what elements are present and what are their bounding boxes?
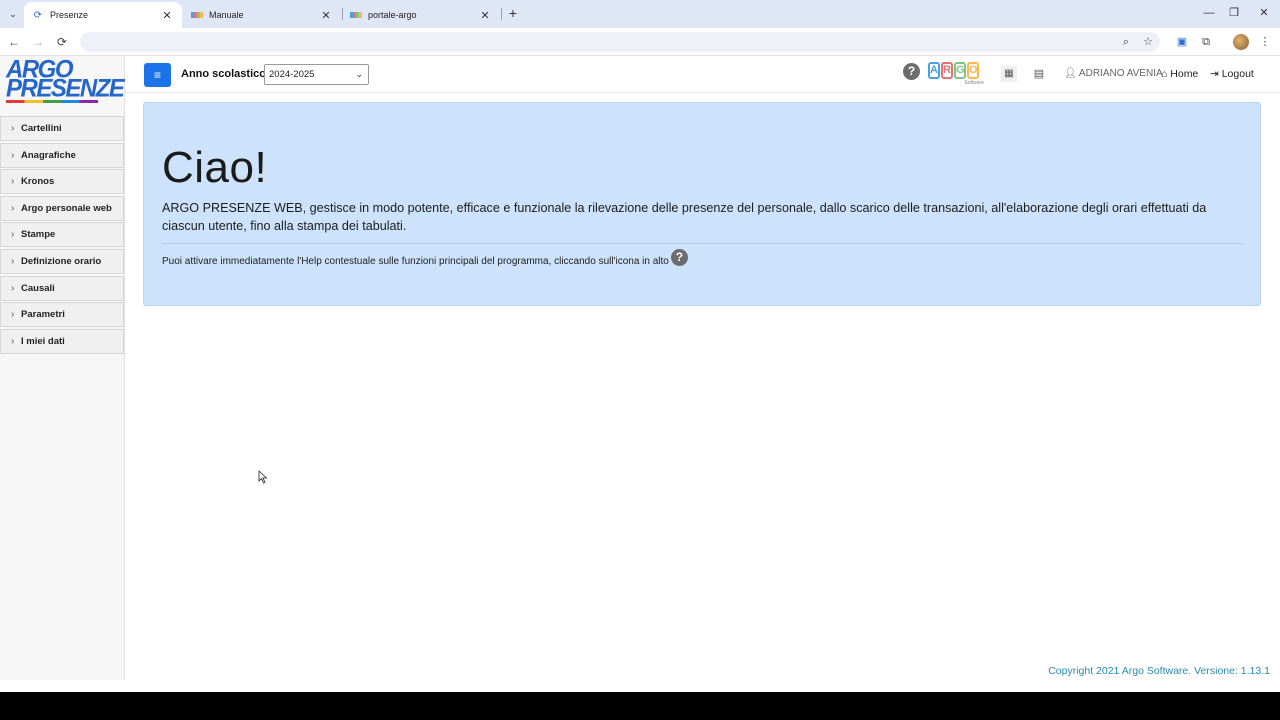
- sidebar-item-label: Causali: [21, 282, 55, 294]
- tab-search-icon[interactable]: ⌄: [4, 5, 22, 23]
- sidebar-item-argo-personale-web[interactable]: › Argo personale web: [0, 195, 124, 221]
- argo-presenze-icon: ⟳: [33, 9, 43, 21]
- sidebar-item-cartellini[interactable]: › Cartellini: [0, 116, 124, 141]
- anno-scolastico-value: 2024-2025: [269, 69, 315, 80]
- book-icon[interactable]: ▤: [1031, 66, 1047, 82]
- chevron-right-icon: ›: [11, 149, 15, 161]
- anno-scolastico-label: Anno scolastico:: [181, 68, 270, 80]
- page: ARGO PRESENZE › Cartellini › Anagrafiche ›…: [0, 56, 1280, 692]
- sidebar: ARGO PRESENZE › Cartellini › Anagrafiche ›…: [0, 56, 125, 680]
- argo-multicolor-icon: [350, 9, 362, 21]
- close-icon[interactable]: ✕: [319, 9, 333, 22]
- chevron-down-icon: ⌄: [355, 69, 363, 79]
- welcome-title: Ciao!: [162, 143, 268, 192]
- new-tab-button[interactable]: +: [505, 4, 521, 22]
- close-icon[interactable]: ✕: [478, 9, 492, 22]
- sidebar-item-i-miei-dati[interactable]: › I miei dati: [0, 328, 124, 354]
- user-icon: 👤︎: [1064, 68, 1079, 79]
- sidebar-item-stampe[interactable]: › Stampe: [0, 222, 124, 248]
- profile-avatar[interactable]: [1233, 34, 1249, 50]
- sidebar-item-anagrafiche[interactable]: › Anagrafiche: [0, 142, 124, 168]
- restore-icon[interactable]: ❐: [1224, 4, 1244, 22]
- tab-title: Manuale: [209, 10, 244, 20]
- argo-software-logo: A R G O Software: [928, 62, 984, 88]
- address-bar[interactable]: [80, 32, 1160, 52]
- sidebar-item-label: Kronos: [21, 176, 55, 188]
- argo-logo-letter: A: [928, 62, 940, 79]
- sidebar-item-label: Definizione orario: [21, 255, 102, 267]
- menu-toggle-button[interactable]: ≡: [144, 63, 171, 87]
- sidebar-item-causali[interactable]: › Causali: [0, 275, 124, 301]
- back-icon[interactable]: ←: [5, 33, 23, 51]
- chevron-right-icon: ›: [11, 202, 15, 214]
- welcome-panel: Ciao! ARGO PRESENZE WEB, gestisce in mod…: [143, 102, 1261, 306]
- tab-presenze[interactable]: ⟳ Presenze ✕: [24, 2, 182, 28]
- anno-scolastico-select[interactable]: 2024-2025 ⌄: [264, 64, 369, 85]
- home-label: Home: [1170, 68, 1199, 80]
- home-link[interactable]: ⌂ Home: [1161, 68, 1198, 80]
- sidebar-item-label: Argo personale web: [21, 202, 112, 214]
- sidebar-item-label: Anagrafiche: [21, 149, 76, 161]
- help-hint-text: Puoi attivare immediatamente l'Help cont…: [162, 256, 669, 267]
- bookmark-star-icon[interactable]: ☆: [1139, 33, 1157, 51]
- argo-presenze-logo[interactable]: ARGO PRESENZE: [6, 57, 125, 110]
- user-name: 👤︎ ADRIANO AVENIA: [1064, 68, 1163, 79]
- tab-title: portale-argo: [368, 10, 417, 20]
- logout-icon: ⇥: [1210, 68, 1222, 80]
- minimize-icon[interactable]: —: [1199, 4, 1219, 22]
- chevron-right-icon: ›: [11, 255, 15, 267]
- logo-line-2: PRESENZE: [6, 74, 125, 103]
- chevron-right-icon: ›: [11, 123, 15, 134]
- calculator-icon[interactable]: ▦: [1001, 66, 1017, 82]
- chevron-right-icon: ›: [11, 176, 15, 188]
- user-name-text: ADRIANO AVENIA: [1078, 68, 1163, 79]
- sidebar-item-label: Cartellini: [21, 123, 62, 134]
- forward-icon[interactable]: →: [29, 33, 47, 51]
- chevron-right-icon: ›: [11, 229, 15, 241]
- argo-logo-letter: R: [941, 62, 953, 79]
- sidebar-item-label: Stampe: [21, 229, 56, 241]
- close-window-icon[interactable]: ✕: [1254, 4, 1274, 22]
- chevron-right-icon: ›: [11, 335, 15, 347]
- mouse-cursor-icon: [258, 470, 268, 484]
- extension-badge-icon[interactable]: ▣: [1173, 33, 1191, 51]
- browser-menu-icon[interactable]: ⋮: [1256, 33, 1274, 51]
- zoom-icon[interactable]: ⌕: [1117, 33, 1135, 51]
- tab-divider: [501, 8, 502, 20]
- help-icon[interactable]: ?: [903, 63, 920, 80]
- sidebar-item-parametri[interactable]: › Parametri: [0, 302, 124, 328]
- chevron-right-icon: ›: [11, 309, 15, 321]
- argo-multicolor-icon: [191, 9, 203, 21]
- browser-tab-bar: ⌄ ⟳ Presenze ✕ Manuale ✕ portale-argo ✕ …: [0, 0, 1280, 28]
- argo-logo-letter: G: [954, 62, 966, 79]
- app-header: ≡ Anno scolastico: 2024-2025 ⌄ ? A R G O…: [125, 56, 1280, 93]
- help-icon[interactable]: ?: [670, 249, 688, 266]
- sidebar-menu: › Cartellini › Anagrafiche › Kronos › Argo p…: [0, 116, 124, 355]
- welcome-description: ARGO PRESENZE WEB, gestisce in modo pote…: [162, 201, 1207, 233]
- reload-icon[interactable]: ⟳: [53, 33, 71, 51]
- home-icon: ⌂: [1161, 68, 1171, 80]
- tab-title: Presenze: [50, 10, 89, 20]
- sidebar-item-label: Parametri: [21, 309, 65, 321]
- chevron-right-icon: ›: [11, 282, 15, 294]
- argo-logo-subtitle: Software: [964, 80, 984, 86]
- browser-toolbar: ← → ⟳ ⚙ ⌕ ☆ ▣ ⧉ ⋮: [0, 28, 1280, 56]
- sidebar-item-kronos[interactable]: › Kronos: [0, 169, 124, 195]
- argo-logo-letter: O: [967, 62, 979, 79]
- divider: [162, 243, 1242, 244]
- close-icon[interactable]: ✕: [160, 9, 174, 22]
- logout-link[interactable]: ⇥ Logout: [1210, 68, 1254, 80]
- footer-copyright: Copyright 2021 Argo Software. Versione: …: [1048, 665, 1270, 677]
- tab-manuale[interactable]: Manuale ✕: [183, 2, 341, 28]
- extensions-puzzle-icon[interactable]: ⧉: [1197, 33, 1215, 51]
- logout-label: Logout: [1221, 68, 1254, 80]
- tab-portale-argo[interactable]: portale-argo ✕: [342, 2, 500, 28]
- sidebar-item-label: I miei dati: [21, 335, 65, 347]
- help-hint: Puoi attivare immediatamente l'Help cont…: [162, 249, 688, 267]
- sidebar-item-definizione-orario[interactable]: › Definizione orario: [0, 248, 124, 274]
